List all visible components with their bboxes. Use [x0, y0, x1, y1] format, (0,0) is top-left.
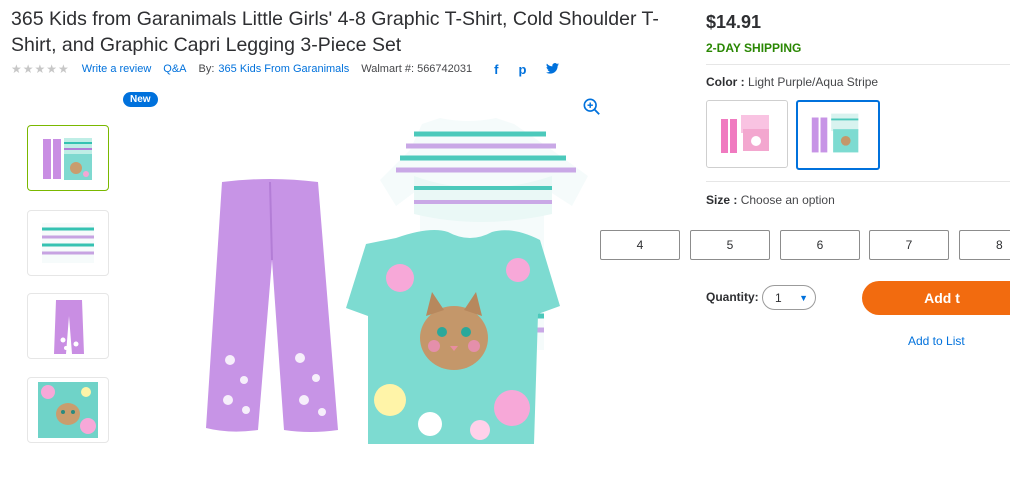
divider [706, 64, 1010, 65]
color-value: Light Purple/Aqua Stripe [748, 75, 879, 89]
size-label: Size : [706, 193, 738, 207]
product-meta-row: ★★★★★ Write a review Q&A By: 365 Kids Fr… [11, 61, 560, 77]
size-line: Size : Choose an option [706, 193, 835, 207]
thumbnail-set[interactable] [27, 125, 109, 191]
size-option-5[interactable]: 5 [690, 230, 770, 260]
size-option-7[interactable]: 7 [869, 230, 949, 260]
size-option-8[interactable]: 8 [959, 230, 1010, 260]
walmart-number: Walmart #: 566742031 [361, 63, 473, 75]
add-to-list-link[interactable]: Add to List [908, 334, 965, 348]
color-label: Color : [706, 75, 745, 89]
add-to-cart-label: Add t [924, 290, 960, 306]
product-main-image[interactable] [200, 110, 620, 470]
quantity-select[interactable]: 1 ▼ [762, 285, 816, 310]
thumbnail-leggings[interactable] [27, 293, 109, 359]
quantity-label: Quantity: [706, 290, 759, 304]
add-to-cart-button[interactable]: Add t [862, 281, 1010, 315]
pinterest-icon[interactable]: p [518, 62, 526, 77]
thumbnail-ruffle-shirt[interactable] [27, 210, 109, 276]
shipping-label: 2-DAY SHIPPING [706, 41, 802, 55]
rating-stars[interactable]: ★★★★★ [11, 62, 70, 76]
write-review-link[interactable]: Write a review [82, 63, 151, 75]
product-title: 365 Kids from Garanimals Little Girls' 4… [11, 8, 659, 56]
by-label: By: [198, 63, 215, 75]
color-line: Color : Light Purple/Aqua Stripe [706, 75, 878, 89]
size-option-6[interactable]: 6 [780, 230, 860, 260]
qa-link[interactable]: Q&A [163, 63, 186, 75]
facebook-icon[interactable]: f [494, 62, 498, 77]
color-swatch-purple-aqua[interactable] [796, 100, 880, 170]
color-swatch-pink[interactable] [706, 100, 788, 168]
divider [706, 181, 1010, 182]
size-option-4[interactable]: 4 [600, 230, 680, 260]
twitter-icon[interactable] [546, 62, 560, 77]
price: $14.91 [706, 12, 762, 32]
thumbnail-kitten-shirt[interactable] [27, 377, 109, 443]
brand-link[interactable]: 365 Kids From Garanimals [218, 63, 349, 75]
size-value: Choose an option [740, 193, 835, 207]
chevron-down-icon: ▼ [799, 292, 808, 303]
quantity-value: 1 [775, 290, 782, 305]
new-badge: New [123, 92, 158, 107]
